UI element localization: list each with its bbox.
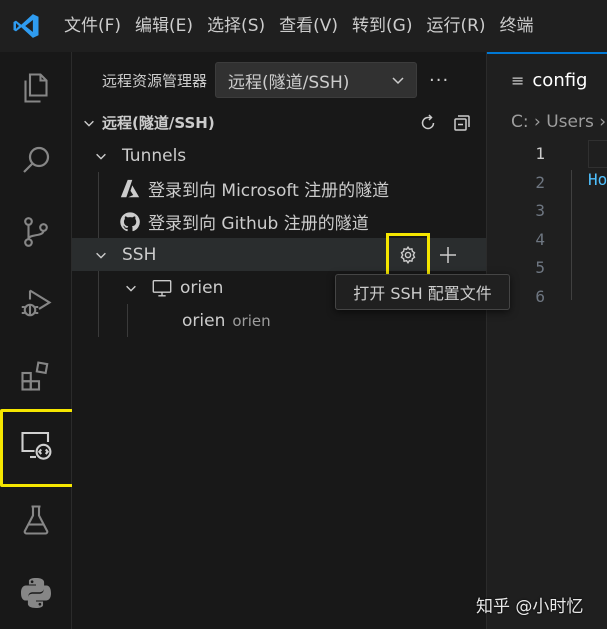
menu-run[interactable]: 运行(R) bbox=[419, 0, 492, 52]
tree-item-ssh[interactable]: SSH bbox=[72, 232, 486, 277]
python-icon[interactable] bbox=[0, 557, 72, 629]
tunnels-label: Tunnels bbox=[122, 145, 187, 166]
title-bar: 文件(F) 编辑(E) 选择(S) 查看(V) 转到(G) 运行(R) 终端 bbox=[0, 0, 607, 52]
tab-label: config bbox=[532, 69, 588, 91]
code-text[interactable]: Ho bbox=[588, 170, 607, 189]
menu-view[interactable]: 查看(V) bbox=[272, 0, 345, 52]
menu-go[interactable]: 转到(G) bbox=[345, 0, 419, 52]
editor-area: ≡ config C: › Users › 1 2 3 4 5 6 Ho bbox=[486, 52, 607, 629]
remote-explorer-sidebar: 远程资源管理器 远程(隧道/SSH) ··· 远程(隧道/SSH) Tunnel… bbox=[72, 52, 486, 629]
line-number: 2 bbox=[535, 172, 545, 192]
chevron-down-icon bbox=[92, 147, 110, 165]
watermark: 知乎 @小时忆 bbox=[476, 597, 584, 617]
host-name: orien bbox=[180, 277, 224, 298]
add-icon[interactable] bbox=[438, 245, 458, 265]
current-line-highlight bbox=[588, 140, 607, 168]
tab-config[interactable]: ≡ config bbox=[487, 52, 607, 106]
breadcrumb[interactable]: C: › Users › bbox=[511, 112, 606, 132]
monitor-icon bbox=[150, 276, 174, 300]
menu-file[interactable]: 文件(F) bbox=[52, 0, 128, 52]
menu-terminal[interactable]: 终端 bbox=[493, 0, 541, 52]
line-number: 1 bbox=[535, 144, 545, 163]
folder-name: orien bbox=[182, 310, 226, 331]
vscode-logo-icon bbox=[0, 0, 52, 52]
refresh-icon[interactable] bbox=[418, 113, 438, 133]
testing-icon[interactable] bbox=[0, 484, 72, 556]
chevron-down-icon bbox=[92, 246, 110, 264]
azure-icon bbox=[118, 177, 142, 201]
dropdown-value: 远程(隧道/SSH) bbox=[228, 72, 350, 93]
explorer-icon[interactable] bbox=[0, 52, 72, 124]
search-icon[interactable] bbox=[0, 124, 72, 196]
tunnel-microsoft-label: 登录到向 Microsoft 注册的隧道 bbox=[148, 181, 390, 201]
gear-icon[interactable] bbox=[386, 232, 430, 277]
line-number: 3 bbox=[535, 201, 545, 221]
tooltip-open-ssh-config: 打开 SSH 配置文件 bbox=[335, 274, 510, 310]
ssh-actions bbox=[386, 232, 458, 277]
tunnel-github-label: 登录到向 Github 注册的隧道 bbox=[148, 214, 369, 234]
folder-description: orien bbox=[232, 311, 271, 330]
tab-bar: ≡ config bbox=[487, 52, 607, 106]
chevron-down-icon bbox=[122, 279, 140, 297]
extensions-icon[interactable] bbox=[0, 340, 72, 412]
more-actions-button[interactable]: ··· bbox=[429, 70, 449, 91]
line-number: 4 bbox=[535, 229, 545, 249]
ssh-label: SSH bbox=[122, 244, 157, 265]
remote-explorer-icon[interactable] bbox=[0, 409, 78, 487]
section-actions bbox=[418, 113, 472, 133]
source-control-icon[interactable] bbox=[0, 196, 72, 268]
chevron-down-icon bbox=[392, 77, 404, 85]
tree-item-tunnels[interactable]: Tunnels bbox=[72, 139, 486, 172]
activity-bar bbox=[0, 52, 78, 629]
section-header-remote[interactable]: 远程(隧道/SSH) bbox=[72, 106, 486, 139]
tree-item-tunnel-microsoft[interactable]: 登录到向 Microsoft 注册的隧道 bbox=[72, 172, 486, 205]
chevron-down-icon bbox=[80, 114, 98, 132]
menu-edit[interactable]: 编辑(E) bbox=[128, 0, 200, 52]
sidebar-title: 远程资源管理器 bbox=[102, 71, 208, 90]
run-debug-icon[interactable] bbox=[0, 268, 72, 340]
collapse-all-icon[interactable] bbox=[452, 113, 472, 133]
section-title: 远程(隧道/SSH) bbox=[102, 114, 215, 132]
github-icon bbox=[118, 210, 142, 234]
sidebar-header: 远程资源管理器 远程(隧道/SSH) ··· bbox=[72, 60, 486, 100]
menu-selection[interactable]: 选择(S) bbox=[200, 0, 272, 52]
file-config-icon: ≡ bbox=[511, 70, 525, 90]
remote-type-dropdown[interactable]: 远程(隧道/SSH) bbox=[215, 62, 418, 98]
indent-guide bbox=[571, 170, 572, 300]
